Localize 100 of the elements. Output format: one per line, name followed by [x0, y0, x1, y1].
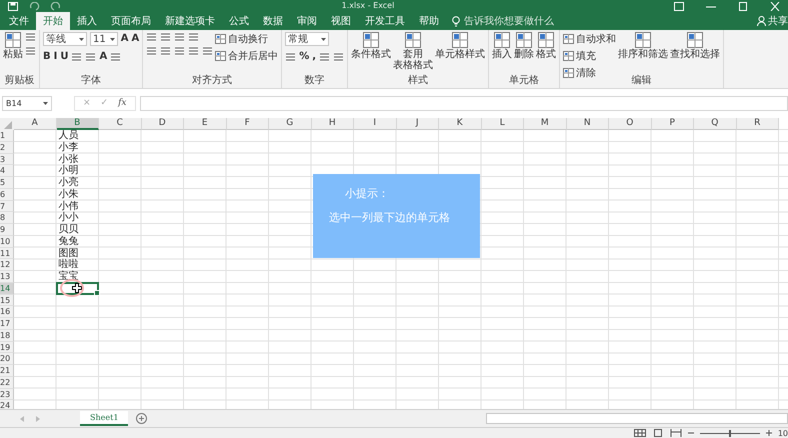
menu-tab[interactable]: 视图 — [324, 12, 358, 30]
lines-icon[interactable] — [146, 32, 158, 42]
ribbon-button[interactable]: 查找和选择 — [670, 32, 720, 60]
menu-tab[interactable]: 审阅 — [290, 12, 324, 30]
format-button[interactable]: A — [99, 50, 108, 64]
column-header[interactable]: L — [482, 118, 524, 130]
format-button[interactable]: I — [54, 50, 58, 64]
lines-icon[interactable] — [160, 46, 172, 56]
column-header[interactable]: R — [736, 118, 779, 130]
table-cell[interactable]: 小李 — [56, 142, 99, 154]
menu-tab[interactable]: 新建选项卡 — [158, 12, 222, 30]
row-number[interactable]: 11 — [0, 248, 14, 260]
format-button[interactable]: U — [60, 50, 68, 64]
table-cell[interactable]: 小小 — [56, 212, 99, 224]
zoom-slider-thumb[interactable] — [728, 430, 731, 436]
row-number[interactable]: 12 — [0, 259, 14, 271]
row-number[interactable]: 6 — [0, 188, 14, 200]
row-number[interactable]: 13 — [0, 271, 14, 283]
row-number[interactable]: 9 — [0, 224, 14, 236]
page-break-icon[interactable] — [670, 429, 682, 437]
lines-icon[interactable] — [174, 46, 186, 56]
column-header[interactable]: K — [439, 118, 482, 130]
ribbon-button[interactable]: 粘贴 — [3, 32, 23, 60]
ribbon-button[interactable]: 套用 表格格式 — [393, 32, 434, 71]
table-cell[interactable]: 小张 — [56, 154, 99, 166]
column-header[interactable]: Q — [694, 118, 736, 130]
ribbon-button[interactable]: 自动换行 — [215, 32, 268, 45]
column-header[interactable]: A — [14, 118, 56, 130]
menu-tab[interactable]: 页面布局 — [104, 12, 158, 30]
column-header[interactable]: G — [269, 118, 312, 130]
row-number[interactable]: 5 — [0, 177, 14, 189]
row-number[interactable]: 7 — [0, 200, 14, 212]
lines-icon[interactable] — [333, 52, 344, 62]
zoom-level[interactable]: 10 — [778, 428, 788, 438]
maximize-icon[interactable] — [738, 2, 748, 10]
table-cell[interactable]: 小明 — [56, 165, 99, 177]
restore-icon[interactable] — [674, 2, 684, 10]
normal-view-icon[interactable] — [634, 429, 646, 437]
format-button[interactable]: A — [131, 32, 140, 46]
row-number[interactable]: 24 — [0, 400, 14, 409]
lines-icon[interactable] — [188, 32, 200, 42]
table-cell[interactable]: 贝贝 — [56, 224, 99, 236]
menu-tab[interactable]: 数据 — [256, 12, 290, 30]
lines-icon[interactable] — [71, 52, 82, 62]
table-cell[interactable]: 兔兔 — [56, 236, 99, 248]
lines-icon[interactable] — [160, 32, 172, 42]
column-header[interactable]: O — [609, 118, 652, 130]
lines-icon[interactable] — [85, 52, 96, 62]
undo-icon[interactable] — [28, 2, 40, 10]
table-cell[interactable]: 小亮 — [56, 177, 99, 189]
dropdown-field[interactable]: 11 — [90, 32, 118, 46]
lines-icon[interactable] — [110, 52, 122, 62]
column-header[interactable]: F — [226, 118, 269, 130]
lines-icon[interactable] — [285, 52, 296, 62]
row-number[interactable]: 1 — [0, 130, 14, 142]
format-button[interactable]: , — [312, 50, 316, 64]
ribbon-button[interactable]: 清除 — [563, 66, 596, 79]
fill-handle[interactable] — [94, 290, 100, 296]
lines-icon[interactable] — [25, 32, 36, 42]
row-number[interactable]: 19 — [0, 342, 14, 354]
table-cell[interactable]: 人员 — [56, 130, 99, 142]
row-number[interactable]: 21 — [0, 365, 14, 377]
ribbon-button[interactable]: 填充 — [563, 49, 596, 62]
row-number[interactable]: 18 — [0, 330, 14, 342]
row-number[interactable]: 3 — [0, 154, 14, 166]
row-number[interactable]: 2 — [0, 142, 14, 154]
row-number[interactable]: 14 — [0, 282, 14, 294]
function-button[interactable]: fx — [118, 98, 127, 109]
horizontal-scrollbar[interactable] — [486, 413, 788, 424]
menu-tab[interactable]: 开始 — [36, 12, 70, 30]
lines-icon[interactable] — [146, 46, 158, 56]
table-cell[interactable]: 啦啦 — [56, 259, 99, 271]
ribbon-button[interactable]: 插入 — [492, 32, 512, 60]
ribbon-button[interactable]: 排序和筛选 — [618, 32, 668, 60]
zoom-in-icon[interactable] — [766, 430, 772, 436]
table-cell[interactable]: 小朱 — [56, 188, 99, 200]
sheet-tab[interactable]: Sheet1 — [80, 411, 128, 426]
redo-icon[interactable] — [50, 2, 62, 10]
menu-tab[interactable]: 帮助 — [412, 12, 446, 30]
column-header[interactable]: P — [652, 118, 694, 130]
save-icon[interactable] — [8, 2, 18, 10]
lines-icon[interactable] — [188, 46, 200, 56]
row-number[interactable]: 20 — [0, 353, 14, 365]
format-button[interactable]: A — [120, 32, 128, 46]
close-icon[interactable] — [770, 2, 780, 10]
selected-cell[interactable] — [56, 282, 99, 294]
column-header[interactable]: D — [142, 118, 184, 130]
menu-tab[interactable]: 开发工具 — [358, 12, 412, 30]
row-number[interactable]: 10 — [0, 236, 14, 248]
search-field[interactable]: 告诉我你想要做什么 — [464, 16, 564, 26]
column-header[interactable]: C — [99, 118, 142, 130]
table-cell[interactable]: 宝宝 — [56, 271, 99, 283]
ribbon-button[interactable]: 条件格式 — [351, 32, 392, 60]
column-header[interactable]: B — [56, 118, 99, 130]
row-number[interactable]: 16 — [0, 306, 14, 318]
menu-tab[interactable]: 公式 — [222, 12, 256, 30]
row-number[interactable]: 15 — [0, 294, 14, 306]
page-layout-icon[interactable] — [652, 429, 664, 437]
table-cell[interactable]: 图图 — [56, 248, 99, 260]
dropdown-field[interactable]: 等线 — [43, 32, 87, 46]
